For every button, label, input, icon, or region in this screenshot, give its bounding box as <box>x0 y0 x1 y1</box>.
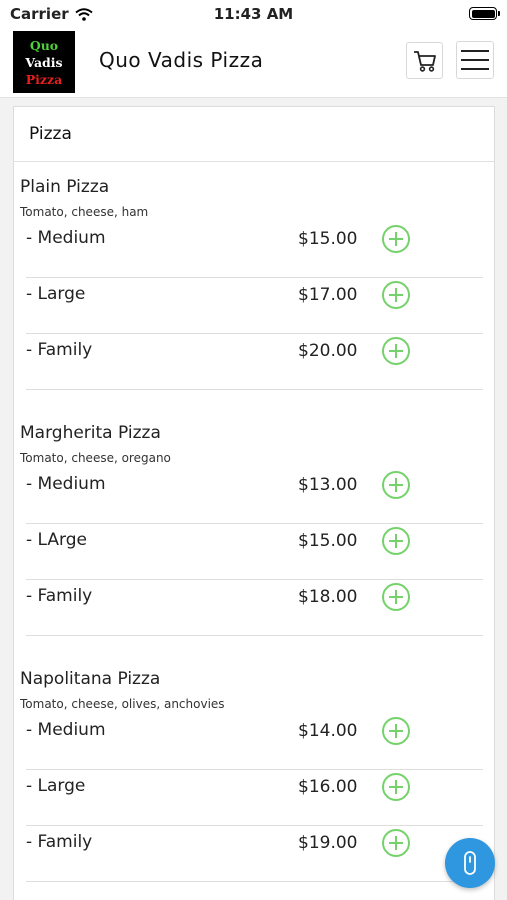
add-to-cart-button[interactable] <box>382 717 410 745</box>
chat-button[interactable] <box>445 838 495 888</box>
item-size: - Family <box>26 832 93 852</box>
group-name: Margherita Pizza <box>20 423 161 443</box>
status-time: 11:43 AM <box>213 5 294 23</box>
add-to-cart-button[interactable] <box>382 527 410 555</box>
add-to-cart-button[interactable] <box>382 225 410 253</box>
item-price: $13.00 <box>298 475 358 495</box>
section-title: Pizza <box>14 107 494 162</box>
menu-item-row: - Medium $13.00 <box>26 468 483 524</box>
group-description: Tomato, cheese, oregano <box>20 451 171 465</box>
logo-line-2: Vadis <box>25 54 63 70</box>
group-description: Tomato, cheese, ham <box>20 205 149 219</box>
menu-item-row: - Medium $14.00 <box>26 714 483 770</box>
menu-group: Napolitana Pizza Tomato, cheese, olives,… <box>14 668 494 882</box>
group-description: Tomato, cheese, olives, anchovies <box>20 697 225 711</box>
hamburger-menu-icon <box>461 68 489 70</box>
add-to-cart-button[interactable] <box>382 829 410 857</box>
item-price: $18.00 <box>298 587 358 607</box>
menu-item-row: - LArge $15.00 <box>26 524 483 580</box>
item-size: - Family <box>26 340 93 360</box>
menu-group: Plain Pizza Tomato, cheese, ham - Medium… <box>14 176 494 390</box>
add-to-cart-button[interactable] <box>382 281 410 309</box>
menu-button[interactable] <box>456 41 494 79</box>
item-size: - Medium <box>26 474 106 494</box>
app-header: Quo Vadis Pizza Quo Vadis Pizza <box>0 28 507 98</box>
group-name: Plain Pizza <box>20 177 110 197</box>
item-size: - LArge <box>26 530 87 550</box>
menu-item-row: - Large $17.00 <box>26 278 483 334</box>
cart-icon <box>413 50 436 72</box>
add-to-cart-button[interactable] <box>382 337 410 365</box>
add-to-cart-button[interactable] <box>382 773 410 801</box>
item-size: - Medium <box>26 720 106 740</box>
chat-icon <box>464 851 476 875</box>
menu-item-row: - Large $16.00 <box>26 770 483 826</box>
item-size: - Medium <box>26 228 106 248</box>
hamburger-menu-icon <box>461 59 489 61</box>
hamburger-menu-icon <box>461 50 489 52</box>
cart-button[interactable] <box>406 42 443 79</box>
menu-item-row: - Medium $15.00 <box>26 222 483 278</box>
logo-line-1: Quo <box>29 37 59 53</box>
menu-card: Pizza Plain Pizza Tomato, cheese, ham - … <box>13 106 495 900</box>
menu-group: Margherita Pizza Tomato, cheese, oregano… <box>14 422 494 636</box>
item-price: $19.00 <box>298 833 358 853</box>
app-title: Quo Vadis Pizza <box>99 48 264 72</box>
restaurant-logo[interactable]: Quo Vadis Pizza <box>13 31 75 93</box>
add-to-cart-button[interactable] <box>382 583 410 611</box>
menu-item-row: - Family $19.00 <box>26 826 483 882</box>
item-price: $15.00 <box>298 229 358 249</box>
add-to-cart-button[interactable] <box>382 471 410 499</box>
item-price: $16.00 <box>298 777 358 797</box>
menu-item-row: - Family $20.00 <box>26 334 483 390</box>
logo-line-3: Pizza <box>25 71 63 87</box>
item-size: - Large <box>26 284 86 304</box>
battery-icon <box>469 7 500 20</box>
item-size: - Family <box>26 586 93 606</box>
item-price: $15.00 <box>298 531 358 551</box>
status-bar: Carrier 11:43 AM <box>0 0 507 28</box>
item-price: $14.00 <box>298 721 358 741</box>
menu-item-row: - Family $18.00 <box>26 580 483 636</box>
group-name: Napolitana Pizza <box>20 669 161 689</box>
item-size: - Large <box>26 776 86 796</box>
item-price: $20.00 <box>298 341 358 361</box>
item-price: $17.00 <box>298 285 358 305</box>
